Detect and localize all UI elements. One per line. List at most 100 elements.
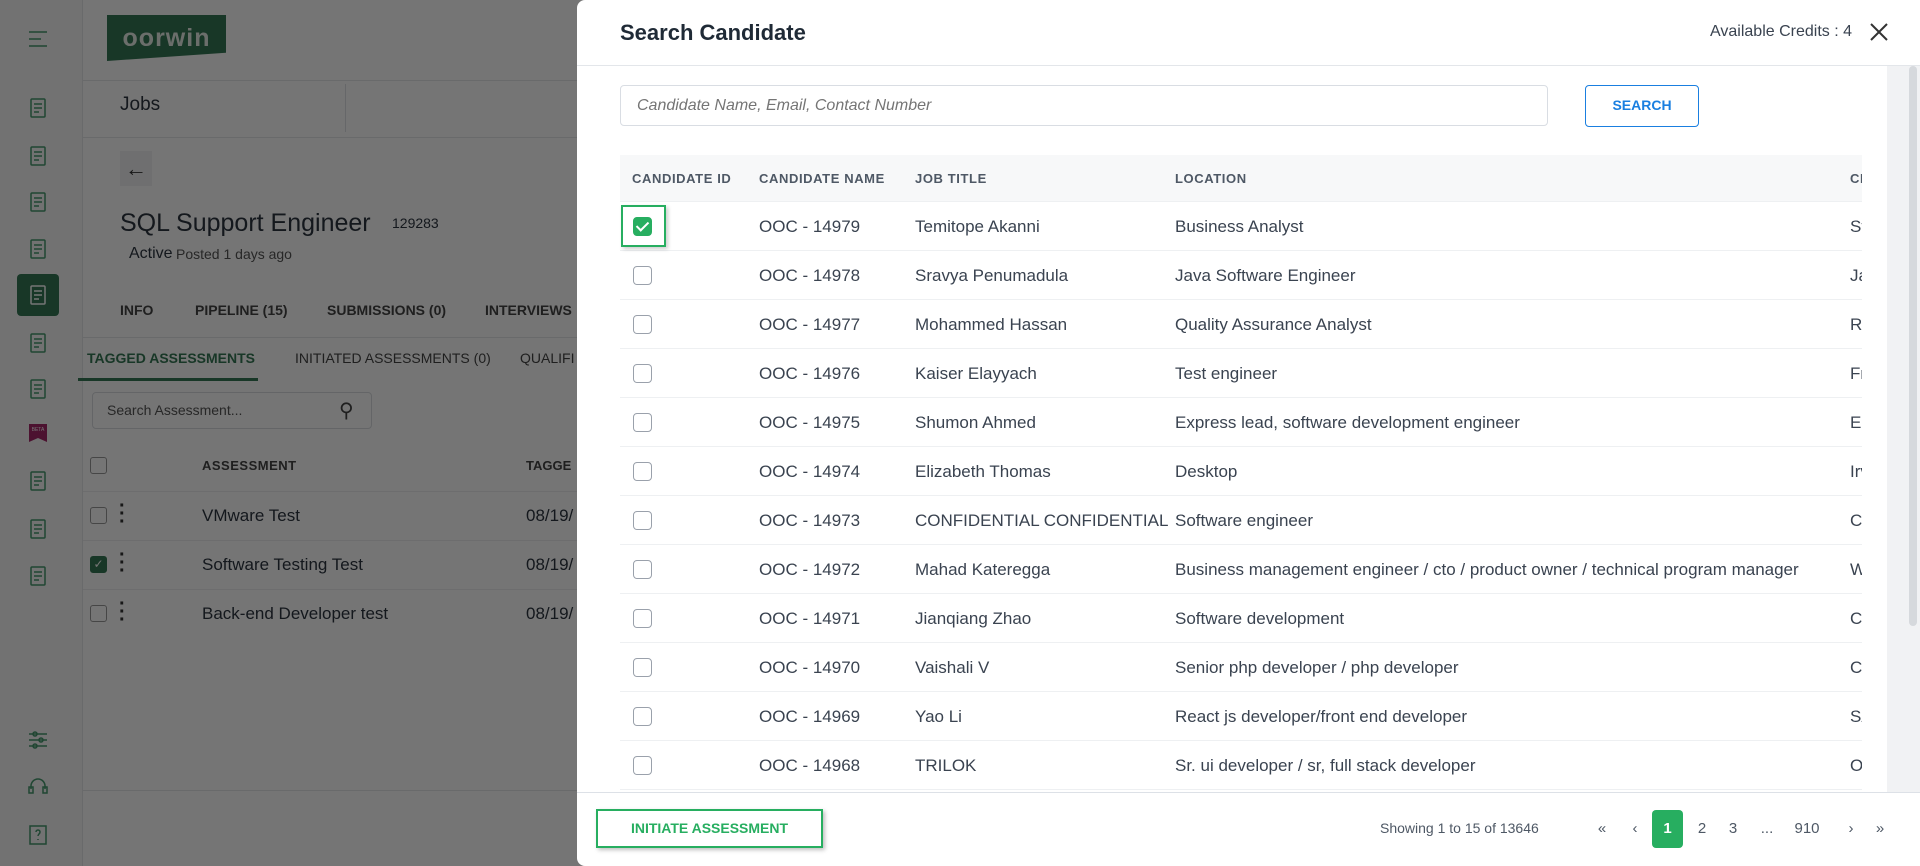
candidate-name[interactable]: Vaishali V [915,643,1170,692]
scrollbar-track[interactable] [1887,66,1920,793]
row-checkbox[interactable] [633,217,652,236]
assessment-row[interactable]: ✓ · · · Software Testing Test 08/19/ [83,540,577,589]
initiate-assessment-button[interactable]: INITIATE ASSESSMENT [596,809,823,848]
table-row[interactable]: OOC - 14974 Elizabeth Thomas Desktop Irv [620,447,1862,496]
row-checkbox[interactable] [633,658,652,677]
candidate-name[interactable]: TRILOK [915,741,1170,790]
select-all-checkbox[interactable] [90,457,107,474]
beta-icon[interactable]: BETA [24,419,52,447]
row-checkbox[interactable] [633,266,652,285]
assessment-checkbox[interactable] [90,605,107,622]
table-row[interactable]: OOC - 14972 Mahad Kateregga Business man… [620,545,1862,594]
assessment-row[interactable]: · · · VMware Test 08/19/ [83,491,577,540]
candidate-name[interactable]: Mahad Kateregga [915,545,1170,594]
subtab-initiated[interactable]: INITIATED ASSESSMENTS (0) [295,350,491,366]
candidate-id: OOC - 14977 [759,315,861,334]
assessment-row[interactable]: · · · Back-end Developer test 08/19/ [83,589,577,638]
candidate-name[interactable]: Jianqiang Zhao [915,594,1170,643]
sliders-icon[interactable] [24,726,52,754]
table-row[interactable]: OOC - 14969 Yao Li React js developer/fr… [620,692,1862,741]
table-row[interactable]: OOC - 14976 Kaiser Elayyach Test enginee… [620,349,1862,398]
assessment-search-input[interactable]: Search Assessment... ⚲ [92,392,372,429]
first-page-button[interactable]: « [1585,810,1619,848]
page-910-button[interactable]: 910 [1782,810,1832,848]
scrollbar-thumb[interactable] [1909,66,1917,626]
candidate-name[interactable]: Mohammed Hassan [915,300,1170,349]
candidate-search-input[interactable] [620,85,1548,126]
candidate-location: Desktop [1175,462,1238,481]
row-checkbox[interactable] [633,413,652,432]
page-1-button[interactable]: 1 [1652,810,1683,848]
last-page-button[interactable]: » [1863,810,1897,848]
subtab-qualifi[interactable]: QUALIFI [520,350,574,366]
dashboard-icon[interactable] [24,94,52,122]
candidate-location: Senior php developer / php developer [1175,658,1459,677]
layers-icon[interactable] [24,375,52,403]
candidate-name[interactable]: Yao Li [915,692,1170,741]
row-checkbox[interactable] [633,560,652,579]
candidate-location: Software engineer [1175,511,1313,530]
candidate-id: OOC - 14969 [759,707,861,726]
assessment-name: VMware Test [202,506,300,525]
assessment-checkbox[interactable]: ✓ [90,556,107,573]
users-clock-icon[interactable] [24,329,52,357]
candidate-id: OOC - 14979 [759,217,861,236]
table-row[interactable]: OOC - 14978 Sravya Penumadula Java Softw… [620,251,1862,300]
row-checkbox[interactable] [633,609,652,628]
row-checkbox[interactable] [633,756,652,775]
page-3-button[interactable]: 3 [1716,810,1750,848]
job-status: Active [129,245,173,262]
candidate-name[interactable]: Sravya Penumadula [915,251,1170,300]
candidate-location: Software development [1175,609,1345,628]
candidate-name[interactable]: Elizabeth Thomas [915,447,1170,496]
table-row[interactable]: OOC - 14977 Mohammed Hassan Quality Assu… [620,300,1862,349]
candidate-name[interactable]: CONFIDENTIAL CONFIDENTIAL [915,496,1170,545]
headset-icon[interactable] [24,772,52,800]
table-row[interactable]: OOC - 14973 CONFIDENTIAL CONFIDENTIAL So… [620,496,1862,545]
assessment-date: 08/19/ [526,555,574,574]
help-book-icon[interactable] [24,821,52,849]
search-icon[interactable]: ⚲ [339,398,354,423]
tab-interviews[interactable]: INTERVIEWS [485,302,572,318]
table-row[interactable]: OOC - 14971 Jianqiang Zhao Software deve… [620,594,1862,643]
kebab-menu-icon[interactable]: · · · [119,496,126,532]
candidate-id: OOC - 14968 [759,756,861,775]
row-checkbox[interactable] [633,364,652,383]
kebab-menu-icon[interactable]: · · · [119,545,126,581]
back-arrow-icon[interactable]: ← [120,151,152,186]
candidate-name[interactable]: Temitope Akanni [915,202,1170,251]
documents-icon[interactable] [24,562,52,590]
briefcase-icon[interactable] [24,235,52,263]
calendar-grid-icon[interactable] [24,515,52,543]
menu-icon[interactable] [24,25,52,53]
report-chart-icon[interactable] [24,467,52,495]
tab-submissions[interactable]: SUBMISSIONS (0) [327,302,446,318]
tab-pipeline[interactable]: PIPELINE (15) [195,302,288,318]
table-row[interactable]: OOC - 14970 Vaishali V Senior php develo… [620,643,1862,692]
job-location-icon[interactable] [17,274,59,316]
table-row[interactable]: OOC - 14968 TRILOK Sr. ui developer / sr… [620,741,1862,790]
tab-info[interactable]: INFO [120,302,153,318]
search-button[interactable]: SEARCH [1585,85,1699,127]
subtab-tagged[interactable]: TAGGED ASSESSMENTS [87,350,255,366]
assessment-checkbox[interactable] [90,507,107,524]
modal-title: Search Candidate [620,20,806,45]
candidate-name[interactable]: Kaiser Elayyach [915,349,1170,398]
row-checkbox[interactable] [633,707,652,726]
prev-page-button[interactable]: ‹ [1618,810,1652,848]
close-icon[interactable] [1867,20,1891,44]
table-row[interactable]: OOC - 14975 Shumon Ahmed Express lead, s… [620,398,1862,447]
candidate-name[interactable]: Shumon Ahmed [915,398,1170,447]
page-2-button[interactable]: 2 [1685,810,1719,848]
table-row[interactable]: OOC - 14979 Temitope Akanni Business Ana… [620,202,1862,251]
candidate-location: Test engineer [1175,364,1278,383]
kebab-menu-icon[interactable]: · · · [119,594,126,630]
row-checkbox[interactable] [633,462,652,481]
candidate-cr: Jac [1850,266,1862,285]
row-checkbox[interactable] [633,315,652,334]
divider [83,790,577,791]
row-checkbox[interactable] [633,511,652,530]
contacts-icon[interactable] [24,142,52,170]
logo[interactable]: oorwin [107,15,226,61]
phone-book-icon[interactable] [24,188,52,216]
